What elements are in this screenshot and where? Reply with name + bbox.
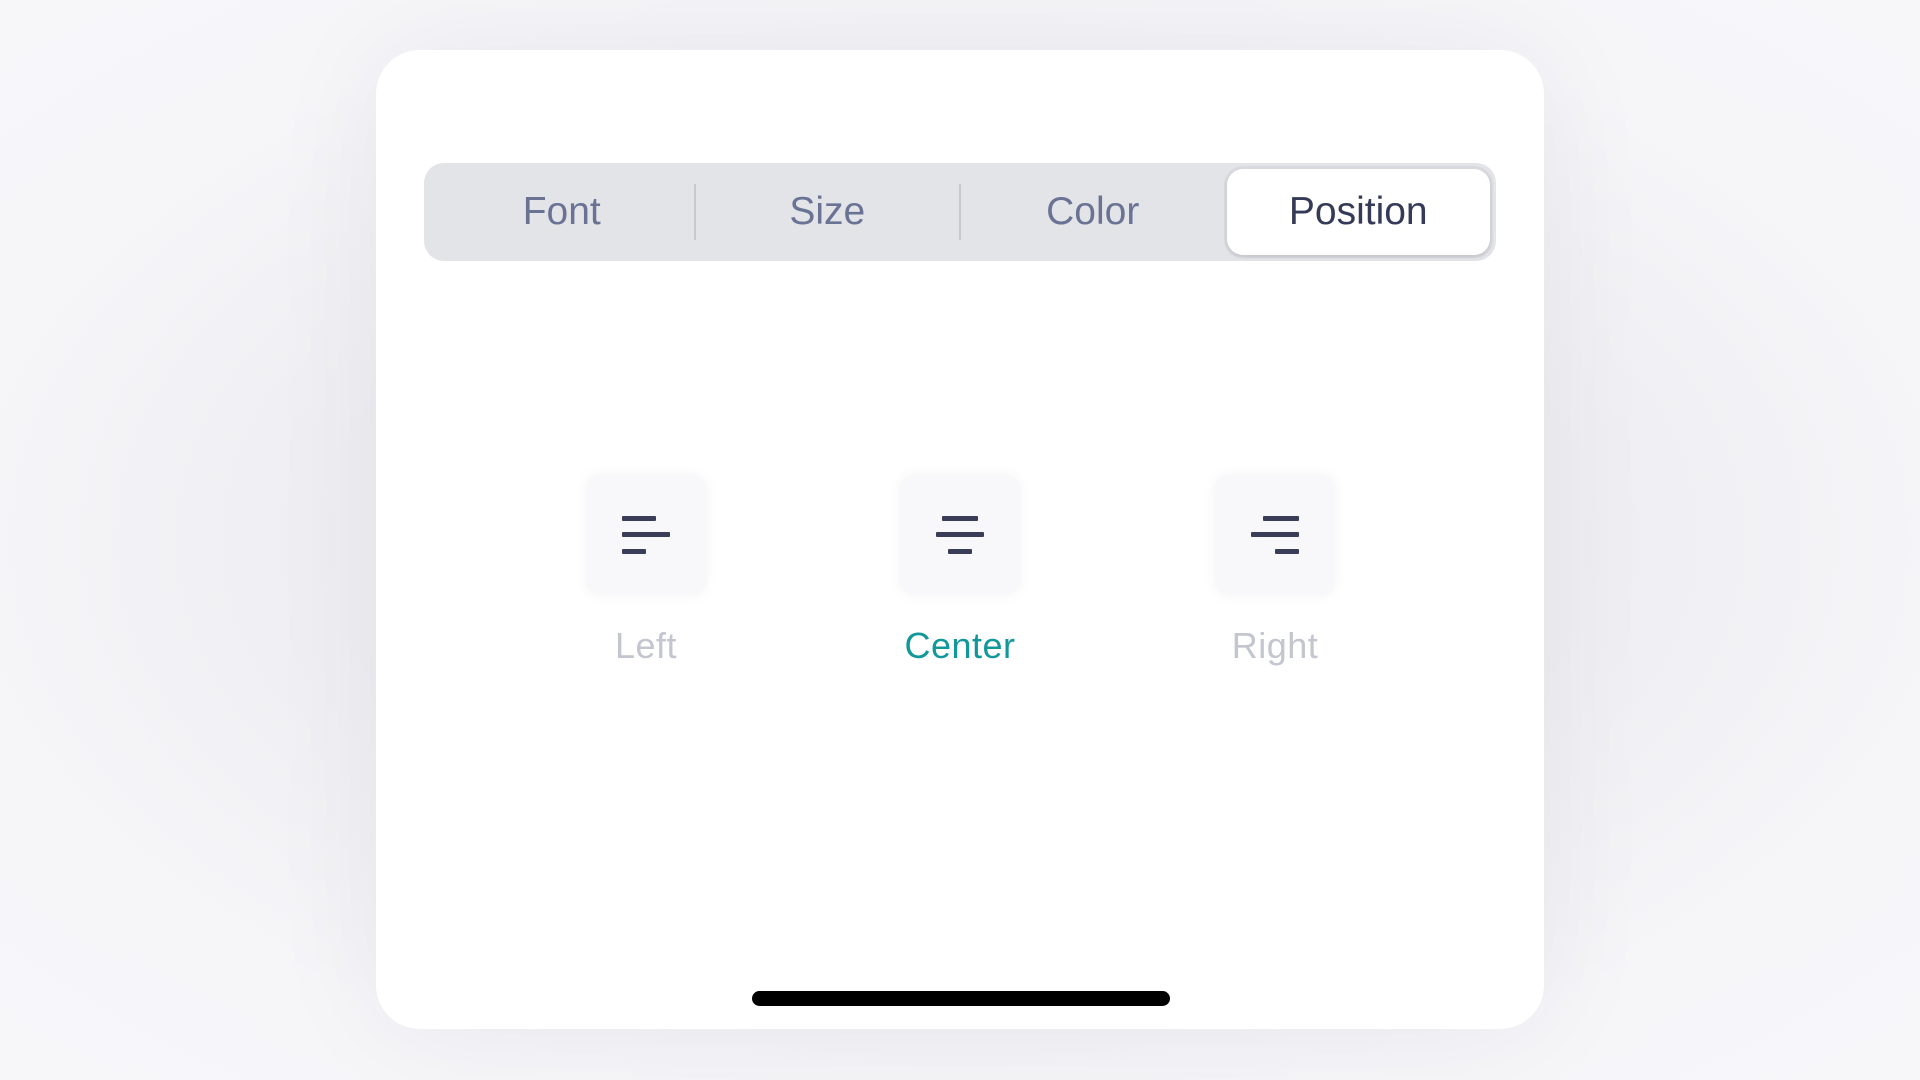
tab-position[interactable]: Position bbox=[1226, 169, 1490, 255]
tab-font[interactable]: Font bbox=[430, 169, 694, 255]
align-left-option[interactable]: Left bbox=[566, 475, 726, 667]
text-style-panel: Font Size Color Position Left Center Rig… bbox=[376, 50, 1544, 1029]
align-center-button[interactable] bbox=[900, 475, 1020, 595]
tab-bar: Font Size Color Position bbox=[424, 163, 1496, 261]
align-right-label: Right bbox=[1231, 625, 1319, 666]
tab-size[interactable]: Size bbox=[696, 169, 960, 255]
tab-color[interactable]: Color bbox=[961, 169, 1225, 255]
alignment-options: Left Center Right bbox=[376, 475, 1544, 735]
align-left-button[interactable] bbox=[586, 475, 706, 595]
align-right-icon bbox=[1251, 516, 1299, 554]
align-left-icon bbox=[622, 516, 670, 554]
align-right-option[interactable]: Right bbox=[1195, 475, 1355, 667]
home-indicator[interactable] bbox=[752, 991, 1170, 1006]
align-right-button[interactable] bbox=[1215, 475, 1335, 595]
align-center-option[interactable]: Center bbox=[880, 475, 1040, 667]
align-center-icon bbox=[936, 516, 984, 554]
align-left-label: Left bbox=[614, 625, 678, 666]
align-center-label: Center bbox=[904, 625, 1016, 666]
